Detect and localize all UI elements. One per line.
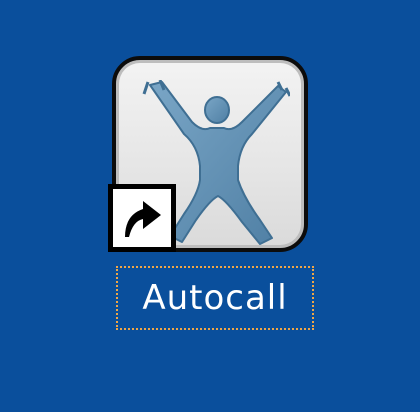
autocall-shortcut[interactable]: Autocall [108,52,318,352]
shortcut-label-text: Autocall [142,278,288,318]
shortcut-arrow-icon [108,184,176,252]
shortcut-label[interactable]: Autocall [116,266,314,330]
desktop[interactable]: Autocall [0,0,420,412]
